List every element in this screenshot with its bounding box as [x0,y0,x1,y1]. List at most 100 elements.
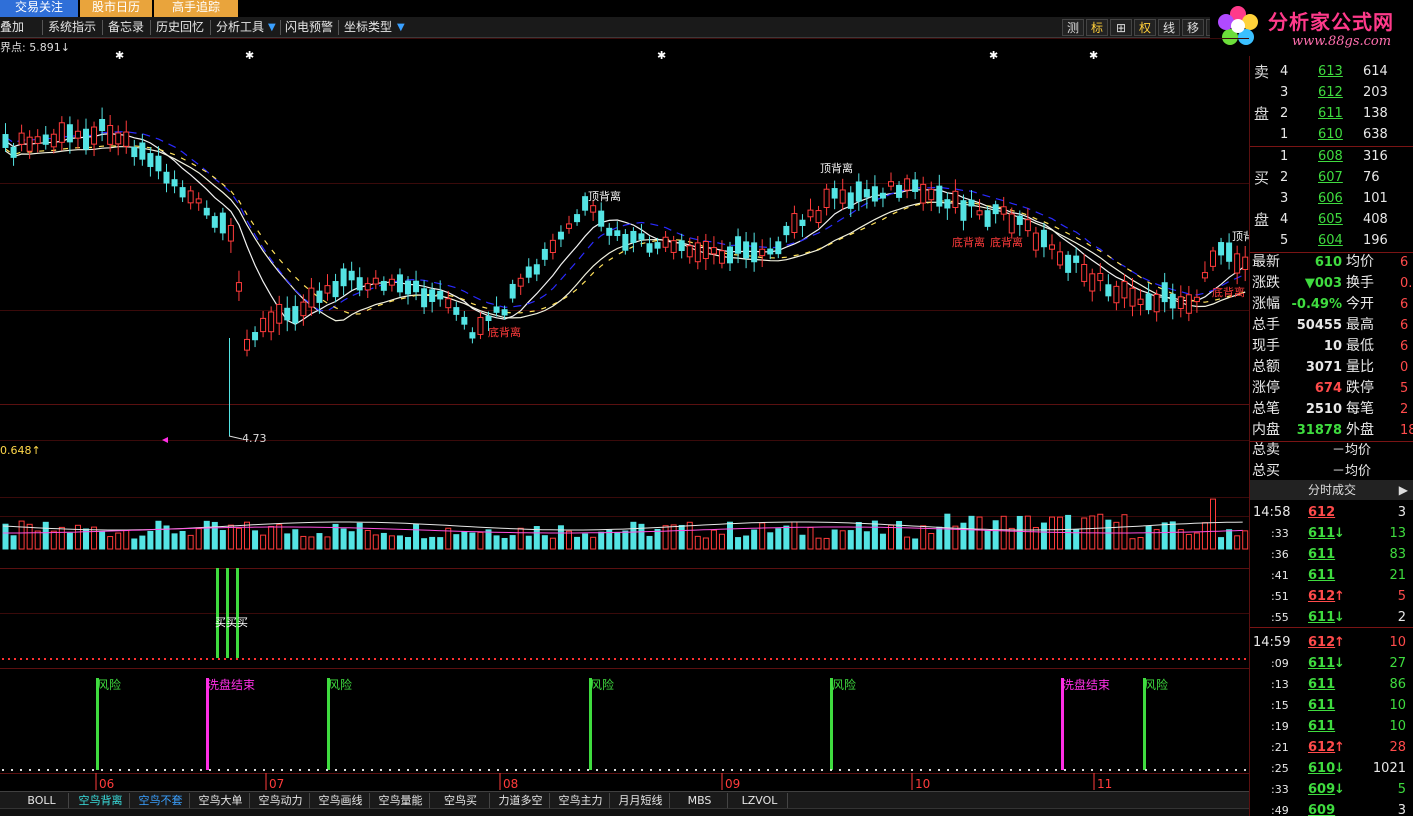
overlay-button[interactable]: 叠加 [0,19,24,36]
candle [743,241,750,259]
tick-row[interactable]: :13 611 86 [1250,674,1413,695]
tick-row[interactable]: :19 611 10 [1250,716,1413,737]
indicator-tab[interactable]: MBS [672,793,728,808]
candle [1234,253,1241,274]
quote-stat-row[interactable]: 涨停 674 跌停 5 [1250,378,1413,399]
indicator-tab[interactable]: 空鸟大单 [192,793,250,808]
indicator-tab[interactable]: 月月短线 [612,793,670,808]
tick-row[interactable]: :33 611 ↓ 13 [1250,523,1413,544]
tab-market-calendar[interactable]: 股市日历 [80,0,152,17]
dot-line [1196,658,1198,660]
sell-level-row[interactable]: 1 610 638 [1250,124,1413,145]
candle [1105,284,1112,297]
analysis-tools-button[interactable]: 分析工具 [216,19,264,36]
indicator-tab[interactable]: LZVOL [732,793,788,808]
volume-bar [566,530,572,550]
dot-line [848,769,850,771]
indicator-tab[interactable]: BOLL [15,793,69,808]
stat-label: 最高 [1346,317,1374,333]
tick-row[interactable]: :25 610 ↓ 1021 [1250,758,1413,779]
buy-level-row[interactable]: 5 604 196 [1250,230,1413,251]
flash-alert-button[interactable]: 闪电预警 [285,19,333,36]
tick-row[interactable]: :09 611 ↓ 27 [1250,653,1413,674]
tick-row[interactable]: :21 612 ↑ 28 [1250,737,1413,758]
candle [566,223,572,229]
dot-line [470,658,472,660]
dot-line [1154,658,1156,660]
dot-line [1148,658,1150,660]
indicator-tab[interactable]: 空鸟买 [432,793,490,808]
sell-level-row[interactable]: 3 612 203 [1250,82,1413,103]
buy-level-row[interactable]: 1 608 316 [1250,146,1413,167]
tick-trades-header[interactable]: 分时成交 ▶ [1250,480,1413,500]
tick-row[interactable]: :51 612 ↑ 5 [1250,586,1413,607]
total-row[interactable]: 总卖 －均价 [1250,440,1413,461]
memo-button[interactable]: 备忘录 [108,19,144,36]
buy-level-row[interactable]: 2 607 76 [1250,167,1413,188]
analysis-tools-dropdown-icon[interactable]: ▼ [268,19,276,36]
buy-level-row[interactable]: 3 606 101 [1250,188,1413,209]
candle [10,146,17,158]
tick-row[interactable]: 14:58 612 3 [1250,502,1413,523]
dot-line [446,658,448,660]
tick-row[interactable]: :49 609 3 [1250,800,1413,816]
dot-line [938,769,940,771]
quote-stat-row[interactable]: 现手 10 最低 6 [1250,336,1413,357]
risk-label: 风险 [97,677,121,692]
coordinate-type-button[interactable]: 坐标类型 [344,19,392,36]
candle [1024,219,1031,232]
tab-watchlist[interactable]: 交易关注 [0,0,78,17]
volume-bar [292,529,299,550]
system-indicator-button[interactable]: 系统指示 [48,19,96,36]
measure-button[interactable]: 测 [1062,19,1084,36]
grid-icon[interactable]: ⊞ [1110,19,1132,36]
tick-row[interactable]: 14:59 612 ↑ 10 [1250,632,1413,653]
rights-button[interactable]: 权 [1134,19,1156,36]
candle [1153,293,1160,313]
low-price-pointer [228,435,243,440]
indicator-tab[interactable]: 力道多空 [492,793,550,808]
volume-bar [1024,515,1031,550]
dot-line [56,769,58,771]
coordinate-type-dropdown-icon[interactable]: ▼ [397,19,405,36]
quote-stat-row[interactable]: 内盘 31878 外盘 185 [1250,420,1413,441]
mark-button[interactable]: 标 [1086,19,1108,36]
dot-line [1172,658,1174,660]
indicator-tab[interactable]: 空鸟背离 [72,793,130,808]
dot-line [134,658,136,660]
indicator-tab[interactable]: 空鸟不套 [132,793,190,808]
dot-line [962,658,964,660]
kline-chart[interactable]: ✱✱✱✱✱ 060708091011 顶背离顶背离底背离底背离底背离顶背离底背离… [0,38,1249,791]
tick-row[interactable]: :33 609 ↓ 5 [1250,779,1413,800]
quote-stat-row[interactable]: 涨跌 ▼003 换手 0.7 [1250,273,1413,294]
dot-line [2,769,4,771]
indicator-tab[interactable]: 空鸟动力 [252,793,310,808]
tick-row[interactable]: :55 611 ↓ 2 [1250,607,1413,628]
dot-line [1010,658,1012,660]
tick-row[interactable]: :41 611 21 [1250,565,1413,586]
quote-stat-row[interactable]: 总手 50455 最高 6 [1250,315,1413,336]
history-recall-button[interactable]: 历史回忆 [156,19,204,36]
line-button[interactable]: 线 [1158,19,1180,36]
buy-level-row[interactable]: 4 605 408 [1250,209,1413,230]
candle [147,153,154,167]
indicator-tab[interactable]: 空鸟画线 [312,793,370,808]
total-row[interactable]: 总买 －均价 [1250,461,1413,482]
quote-stat-row[interactable]: 最新 610 均价 6 [1250,252,1413,273]
dot-line [1160,658,1162,660]
quote-stat-row[interactable]: 总笔 2510 每笔 2 [1250,399,1413,420]
volume-bar [316,533,323,550]
play-arrow-icon[interactable]: ▶ [1399,480,1408,500]
sell-level-row[interactable]: 2 611 138 [1250,103,1413,124]
indicator-tab[interactable]: 空鸟主力 [552,793,610,808]
indicator-tab[interactable]: 空鸟量能 [372,793,430,808]
sell-level-row[interactable]: 4 613 614 [1250,61,1413,82]
tab-expert-tracking[interactable]: 高手追踪 [154,0,238,17]
tick-row[interactable]: :36 611 83 [1250,544,1413,565]
move-button[interactable]: 移 [1182,19,1204,36]
quote-stat-row[interactable]: 总额 3071 量比 0 [1250,357,1413,378]
quote-stat-row[interactable]: 涨幅 -0.49% 今开 6 [1250,294,1413,315]
candle [920,183,927,204]
volume-bar [348,531,355,550]
tick-row[interactable]: :15 611 10 [1250,695,1413,716]
